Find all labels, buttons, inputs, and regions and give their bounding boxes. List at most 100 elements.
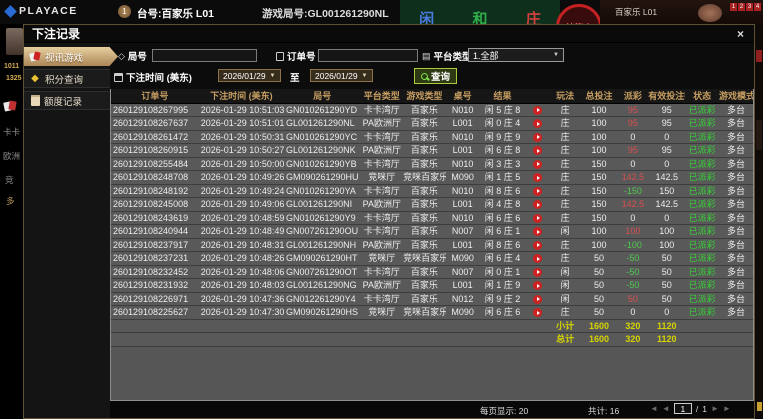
seat-3[interactable]: 3 (746, 3, 753, 11)
cell-valid-bet: 142.5 (648, 170, 686, 185)
cell-valid-bet: 100 (648, 238, 686, 252)
bg-nav-duo[interactable]: 多 (6, 195, 15, 207)
last-page-icon[interactable]: ► (723, 404, 731, 413)
cell-play: 庄 (549, 116, 581, 131)
replay-play-icon[interactable] (533, 308, 543, 318)
banker-bet-area[interactable]: 庄 (526, 12, 541, 24)
cell-mode: 多台 (719, 224, 753, 239)
cell-time: 2026-01-29 10:47:36 (198, 292, 285, 306)
close-icon[interactable]: × (737, 28, 744, 40)
replay-play-icon[interactable] (533, 281, 543, 291)
cell-time: 2026-01-29 10:48:03 (198, 278, 285, 293)
cell-replay (525, 157, 550, 171)
cell-play: 庄 (549, 143, 581, 158)
cell-play: 庄 (549, 103, 581, 117)
replay-play-icon[interactable] (533, 294, 543, 304)
seat-2[interactable]: 2 (738, 3, 745, 11)
col-status: 状态 (685, 89, 720, 104)
platform-filter-label: ▤ 平台类型 (422, 50, 472, 64)
cell-total-bet: 50 (580, 265, 618, 279)
col-round: 局号 (284, 89, 361, 104)
date-from-picker[interactable]: 2026/01/29 ▼ (218, 69, 281, 82)
table-row: 260129108267995 2026-01-29 10:51:03 GN01… (111, 103, 753, 117)
cell-game-type: 百家乐 (403, 197, 446, 212)
cell-platform: PA欧洲厅 (360, 143, 404, 158)
order-input[interactable] (318, 49, 418, 62)
cell-play: 庄 (549, 238, 581, 252)
bet-records-modal: 下注记录 × 视讯游戏 ◆ 积分查询 额度记录 ◇ 局号 订单号 ▤ 平台类型 … (23, 24, 755, 419)
cell-total-bet: 100 (580, 103, 618, 117)
cell-result: 闲 0 庄 4 (479, 116, 526, 131)
table-body: 260129108267995 2026-01-29 10:51:03 GN01… (111, 103, 753, 320)
cell-replay (525, 197, 550, 212)
replay-play-icon[interactable] (533, 119, 543, 129)
page-number-input[interactable]: 1 (673, 403, 692, 414)
round-input[interactable] (152, 49, 257, 62)
bg-nav-europe[interactable]: 欧洲 (3, 150, 20, 162)
replay-play-icon[interactable] (533, 240, 543, 250)
cell-status: 已派彩 (685, 238, 720, 252)
list-icon: ▤ (422, 50, 431, 61)
cell-payout: -50 (617, 265, 649, 279)
cell-payout: 0 (617, 211, 649, 225)
cell-total-bet: 50 (580, 292, 618, 306)
cell-desk: L001 (445, 238, 480, 252)
dealer-video: 百家乐 L01 1 2 3 4 (600, 0, 763, 24)
replay-play-icon[interactable] (533, 146, 543, 156)
replay-play-icon[interactable] (533, 254, 543, 264)
table-row: 260129108240944 2026-01-29 10:48:49 GN00… (111, 224, 753, 239)
cell-mode: 多台 (719, 265, 753, 279)
cell-replay (525, 184, 550, 198)
dealer-avatar (698, 4, 722, 22)
replay-play-icon[interactable] (533, 186, 543, 196)
sidebar-item-video-games[interactable]: 视讯游戏 (24, 47, 118, 66)
calendar-icon (114, 72, 123, 82)
replay-play-icon[interactable] (533, 213, 543, 223)
page-size-label: 每页显示: 20 (480, 406, 529, 416)
bg-nav-jing[interactable]: 竞 (5, 174, 14, 186)
prev-page-icon[interactable]: ◄ (662, 404, 670, 413)
player-bet-area[interactable]: 闲 (419, 12, 434, 24)
grand-total-row: 总计 1600 320 1120 (111, 332, 753, 347)
cell-valid-bet: 0 (648, 305, 686, 320)
cell-valid-bet: 50 (648, 251, 686, 266)
background-left-nav: 1011 1325 卡卡 欧洲 竞 多 (0, 24, 23, 419)
replay-play-icon[interactable] (533, 173, 543, 183)
next-page-icon[interactable]: ► (711, 404, 719, 413)
seat-4[interactable]: 4 (754, 3, 761, 11)
search-button[interactable]: 查询 (414, 68, 458, 84)
tie-bet-area[interactable]: 和 (472, 12, 487, 24)
cell-play: 庄 (549, 170, 581, 185)
seat-1[interactable]: 1 (730, 3, 737, 11)
replay-play-icon[interactable] (533, 105, 543, 115)
pagination-bar: 每页显示: 20 共计: 16 ◄ ◄ 1 / 1 ► ► (110, 401, 754, 418)
replay-play-icon[interactable] (533, 159, 543, 169)
date-to-picker[interactable]: 2026/01/29 ▼ (310, 69, 373, 82)
replay-play-icon[interactable] (533, 227, 543, 237)
cell-replay (525, 130, 550, 144)
sidebar-item-points-query[interactable]: ◆ 积分查询 (24, 69, 110, 88)
game-round-label: 游戏局号:GL001261290NL (262, 8, 389, 20)
table-row: 260129108255484 2026-01-29 10:50:00 GN01… (111, 157, 753, 171)
cell-replay (525, 292, 550, 306)
cards-icon (4, 100, 18, 112)
cell-status: 已派彩 (685, 170, 720, 185)
table-label: 台号:百家乐 L01 (137, 8, 215, 20)
replay-play-icon[interactable] (533, 267, 543, 277)
cell-order: 260129108248708 (111, 170, 199, 185)
replay-play-icon[interactable] (533, 200, 543, 210)
cell-desk: N010 (445, 211, 480, 225)
order-filter-label: 订单号 (276, 49, 316, 63)
cell-valid-bet: 0 (648, 130, 686, 144)
sidebar-item-quota-records[interactable]: 额度记录 (24, 91, 110, 110)
platform-select[interactable]: 1.全部 ▼ (468, 48, 564, 62)
cell-status: 已派彩 (685, 292, 720, 306)
cell-mode: 多台 (719, 170, 753, 185)
cell-mode: 多台 (719, 157, 753, 171)
col-replay (525, 89, 550, 104)
table-row: 260129108231932 2026-01-29 10:48:03 GL00… (111, 278, 753, 293)
bg-nav-kaka[interactable]: 卡卡 (3, 126, 20, 138)
first-page-icon[interactable]: ◄ (650, 404, 658, 413)
cell-desk: N010 (445, 157, 480, 171)
replay-play-icon[interactable] (533, 132, 543, 142)
